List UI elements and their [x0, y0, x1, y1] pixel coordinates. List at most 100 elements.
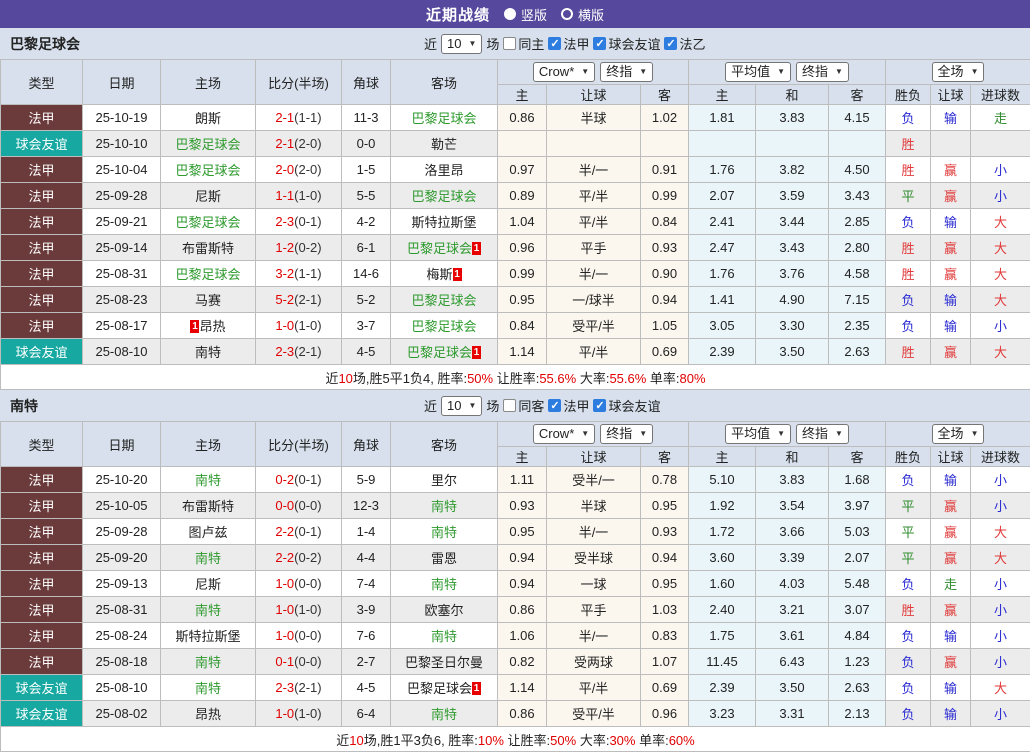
sub-column-header: 客 — [829, 85, 886, 105]
score-cell: 1-2(0-2) — [256, 235, 342, 261]
away-team-cell: 巴黎足球会 — [391, 183, 498, 209]
column-header: 类型 — [1, 422, 83, 467]
odds-ref-select[interactable]: 终指▼ — [600, 424, 653, 444]
avg-draw-cell: 3.83 — [756, 105, 829, 131]
avg-ref-select[interactable]: 终指▼ — [796, 62, 849, 82]
avg-select[interactable]: 平均值▼ — [725, 62, 791, 82]
checkbox-unchecked-icon — [503, 399, 516, 412]
corners-cell: 3-9 — [342, 597, 391, 623]
filter-checkbox-球会友谊[interactable]: ✓球会友谊 — [593, 396, 660, 415]
handicap-cell: 受半球 — [547, 545, 641, 571]
home-team-cell: 南特 — [161, 545, 256, 571]
filter-checkbox-法乙[interactable]: ✓法乙 — [664, 34, 705, 53]
filter-checkbox-法甲[interactable]: ✓法甲 — [548, 396, 589, 415]
odds-home-cell: 1.04 — [498, 209, 547, 235]
handicap-result-cell: 输 — [931, 209, 971, 235]
halftime-score: (0-0) — [294, 628, 321, 643]
wdl-result-cell: 负 — [886, 105, 931, 131]
match-row: 法甲25-10-19朗斯2-1(1-1)11-3巴黎足球会0.86半球1.021… — [1, 105, 1030, 131]
match-row: 球会友谊25-08-10南特2-3(2-1)4-5巴黎足球会11.14平/半0.… — [1, 339, 1030, 365]
team-name-text: 巴黎足球会 — [175, 267, 240, 282]
match-type-cell: 法甲 — [1, 313, 83, 339]
scope-select[interactable]: 全场▼ — [932, 62, 985, 82]
match-type-cell: 法甲 — [1, 105, 83, 131]
avg-select[interactable]: 平均值▼ — [725, 424, 791, 444]
goals-result-cell: 大 — [971, 519, 1030, 545]
score-cell: 2-3(2-1) — [256, 339, 342, 365]
summary-cell: 近10场,胜1平3负6, 胜率:10% 让胜率:50% 大率:30% 单率:60… — [1, 727, 1030, 752]
odds-company-select[interactable]: Crow*▼ — [533, 424, 595, 444]
filter-checkbox-法甲[interactable]: ✓法甲 — [548, 34, 589, 53]
match-type-cell: 法甲 — [1, 649, 83, 675]
fulltime-score: 2-1 — [275, 110, 294, 125]
layout-radio-vertical[interactable]: 竖版 — [504, 5, 547, 24]
avg-ref-select[interactable]: 终指▼ — [796, 424, 849, 444]
sub-column-header: 主 — [689, 85, 756, 105]
avg-home-cell: 1.72 — [689, 519, 756, 545]
filter-checkbox-label: 球会友谊 — [608, 34, 660, 53]
summary-text: 10 — [338, 371, 352, 386]
team-name-text: 南特 — [195, 655, 221, 670]
odds-away-cell: 0.84 — [641, 209, 689, 235]
radio-unselected-icon — [561, 8, 573, 20]
handicap-cell: 平/半 — [547, 675, 641, 701]
halftime-score: (2-0) — [294, 162, 321, 177]
corners-cell: 6-4 — [342, 701, 391, 727]
corners-cell: 4-2 — [342, 209, 391, 235]
wdl-result-cell: 胜 — [886, 131, 931, 157]
checkbox-unchecked-icon — [503, 37, 516, 50]
matches-table: 类型日期主场比分(半场)角球客场Crow*▼终指▼平均值▼终指▼全场▼主让球客主… — [0, 59, 1030, 390]
match-date-cell: 25-10-20 — [83, 467, 161, 493]
avg-away-cell: 7.15 — [829, 287, 886, 313]
rounds-select[interactable]: 10▼ — [441, 396, 482, 416]
avg-odds-group: 平均值▼终指▼ — [689, 422, 886, 447]
corners-cell: 4-5 — [342, 339, 391, 365]
match-type-cell: 球会友谊 — [1, 675, 83, 701]
filter-checkbox-同主[interactable]: 同主 — [503, 34, 544, 53]
odds-away-cell: 1.02 — [641, 105, 689, 131]
match-row: 法甲25-08-171昂热1-0(1-0)3-7巴黎足球会0.84受平/半1.0… — [1, 313, 1030, 339]
fulltime-score: 3-2 — [275, 266, 294, 281]
odds-company-select[interactable]: Crow*▼ — [533, 62, 595, 82]
checkbox-checked-icon: ✓ — [548, 37, 561, 50]
avg-draw-cell: 3.76 — [756, 261, 829, 287]
goals-result-cell: 小 — [971, 649, 1030, 675]
halftime-score: (0-1) — [294, 524, 321, 539]
filter-checkbox-同客[interactable]: 同客 — [503, 396, 544, 415]
select-value: 10 — [447, 36, 461, 52]
chevron-down-icon: ▼ — [639, 426, 647, 442]
team-name-text: 巴黎足球会 — [407, 681, 472, 696]
filter-bar: 近10▼场同主✓法甲✓球会友谊✓法乙 — [424, 34, 705, 54]
score-cell: 1-0(1-0) — [256, 597, 342, 623]
select-value: 终指 — [802, 64, 828, 80]
avg-home-cell: 3.60 — [689, 545, 756, 571]
goals-result-cell: 大 — [971, 675, 1030, 701]
handicap-result-cell: 赢 — [931, 261, 971, 287]
red-card-badge: 1 — [472, 346, 481, 359]
layout-radio-horizontal[interactable]: 横版 — [561, 5, 604, 24]
match-type-cell: 球会友谊 — [1, 701, 83, 727]
handicap-cell: 受平/半 — [547, 701, 641, 727]
select-value: Crow* — [539, 426, 574, 442]
home-team-cell: 南特 — [161, 597, 256, 623]
odds-ref-select[interactable]: 终指▼ — [600, 62, 653, 82]
radio-label-horizontal: 横版 — [578, 5, 604, 24]
avg-draw-cell: 3.59 — [756, 183, 829, 209]
red-card-badge: 1 — [453, 268, 462, 281]
chevron-down-icon: ▼ — [971, 426, 979, 442]
filter-checkbox-球会友谊[interactable]: ✓球会友谊 — [593, 34, 660, 53]
wdl-result-cell: 负 — [886, 623, 931, 649]
wdl-result-cell: 负 — [886, 571, 931, 597]
wdl-result-cell: 胜 — [886, 261, 931, 287]
fulltime-score: 1-0 — [275, 706, 294, 721]
avg-away-cell: 3.07 — [829, 597, 886, 623]
corners-cell: 12-3 — [342, 493, 391, 519]
filter-bar: 近10▼场同客✓法甲✓球会友谊 — [424, 396, 660, 416]
avg-home-cell: 5.10 — [689, 467, 756, 493]
match-type-cell: 法甲 — [1, 519, 83, 545]
summary-row: 近10场,胜1平3负6, 胜率:10% 让胜率:50% 大率:30% 单率:60… — [1, 727, 1030, 752]
sub-column-header: 和 — [756, 447, 829, 467]
red-card-badge: 1 — [472, 682, 481, 695]
scope-select[interactable]: 全场▼ — [932, 424, 985, 444]
rounds-select[interactable]: 10▼ — [441, 34, 482, 54]
